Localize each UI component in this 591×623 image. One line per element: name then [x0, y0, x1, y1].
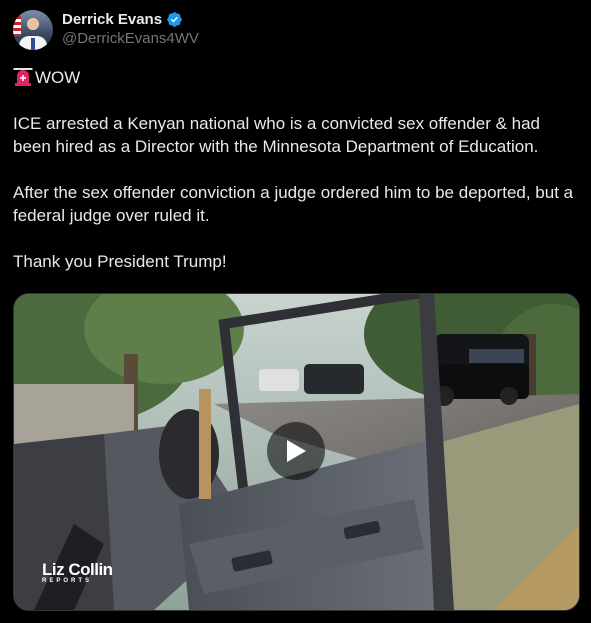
post-paragraph-2: After the sex offender conviction a judg…: [13, 183, 574, 225]
post-paragraph-3: Thank you President Trump!: [13, 252, 227, 271]
author-names: Derrick Evans @DerrickEvans4WV: [62, 11, 199, 47]
flag-decoration: [13, 16, 21, 36]
watermark-main-text: Liz Collin: [42, 560, 113, 579]
post-body: WOW ICE arrested a Kenyan national who i…: [13, 66, 578, 273]
post-paragraph-1: ICE arrested a Kenyan national who is a …: [13, 114, 541, 156]
verified-badge-icon: [167, 12, 182, 27]
post-headline: WOW: [13, 66, 578, 89]
video-player[interactable]: Liz Collin REPORTS: [13, 293, 580, 611]
play-icon: [287, 440, 306, 462]
author-display-name[interactable]: Derrick Evans: [62, 11, 162, 28]
display-name-row: Derrick Evans: [62, 11, 199, 28]
avatar-tie: [31, 38, 35, 50]
author-handle[interactable]: @DerrickEvans4WV: [62, 30, 199, 47]
video-watermark: Liz Collin REPORTS: [42, 560, 113, 584]
post-header: Derrick Evans @DerrickEvans4WV: [13, 10, 199, 50]
author-avatar[interactable]: [13, 10, 53, 50]
police-siren-icon: [13, 68, 33, 86]
post-headline-text: WOW: [35, 68, 81, 87]
play-button[interactable]: [267, 422, 325, 480]
